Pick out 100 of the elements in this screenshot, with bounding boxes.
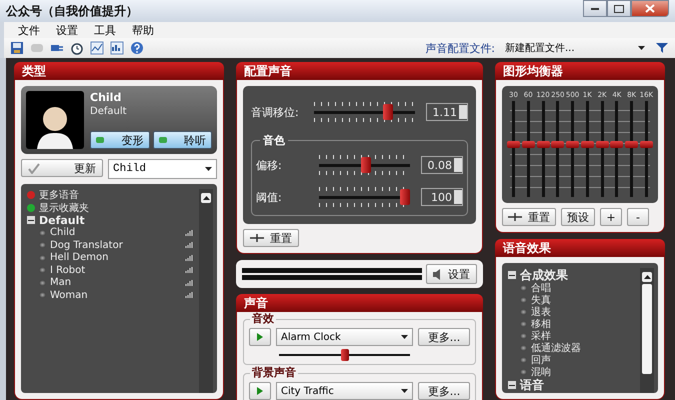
sound-dropdown[interactable]: City Traffic (276, 382, 413, 400)
effect-item[interactable]: 回声 (508, 354, 640, 366)
signal-icon (185, 280, 193, 286)
expand-toggle[interactable] (27, 216, 35, 224)
slider-thumb[interactable] (383, 104, 394, 120)
voice-item[interactable]: Child (27, 226, 199, 239)
menu-item[interactable]: 设置 (48, 22, 86, 38)
tree-link[interactable]: 显示收藏夹 (27, 202, 199, 214)
close-icon (645, 4, 655, 13)
scrollbar[interactable] (199, 189, 213, 393)
voice-item[interactable]: I Robot (27, 264, 199, 276)
more-button[interactable]: 更多... (418, 382, 470, 400)
slider-thumb[interactable] (536, 141, 550, 148)
menu-item[interactable]: 工具 (86, 22, 124, 38)
reset-icon (250, 233, 264, 243)
caret-icon (644, 275, 650, 279)
remove-button[interactable]: - (627, 208, 649, 226)
settings-button[interactable]: 设置 (426, 264, 477, 284)
slider-label: 阈值: (256, 190, 283, 204)
signal-icon (185, 242, 193, 248)
profile-dropdown[interactable]: 新建配置文件... (501, 41, 649, 55)
slider-thumb[interactable] (566, 141, 580, 148)
voice-item[interactable]: Dog Translator (27, 239, 199, 252)
scroll-up-button[interactable] (201, 193, 211, 203)
slider-label: 偏移: (256, 158, 283, 172)
value-spinbox[interactable]: 100 (421, 188, 463, 206)
profile-label: 声音配置文件: (425, 40, 495, 56)
effect-item[interactable]: 失真 (508, 294, 640, 306)
slider-thumb[interactable] (507, 141, 520, 148)
panel-title: 语音效果 (503, 240, 551, 256)
tree-group[interactable]: 合成效果 (508, 268, 640, 282)
slider-thumb[interactable] (610, 141, 624, 148)
minimize-button[interactable] (583, 0, 607, 17)
slider-thumb[interactable] (551, 141, 564, 148)
sound-dropdown[interactable]: Alarm Clock (276, 328, 413, 346)
menu-item[interactable]: 帮助 (124, 22, 162, 38)
effect-item[interactable]: 合唱 (508, 282, 640, 294)
voice-action-button[interactable]: 聆听 (152, 131, 212, 149)
clock-icon[interactable] (70, 41, 84, 55)
play-button[interactable] (249, 382, 271, 400)
value-spinbox[interactable]: 0.08 (421, 156, 463, 174)
slider-thumb[interactable] (400, 189, 410, 205)
slider-thumb[interactable] (361, 157, 372, 173)
maximize-button[interactable] (607, 0, 631, 17)
tree-group[interactable]: 语音 (508, 378, 640, 392)
slider-thumb[interactable] (522, 141, 535, 148)
voice-action-button[interactable]: 变形 (90, 131, 150, 149)
chart-icon[interactable] (110, 41, 124, 55)
slider-thumb[interactable] (625, 141, 638, 148)
reset-button[interactable]: 重置 (243, 229, 299, 247)
slider-thumb[interactable] (596, 141, 609, 148)
preset-button[interactable]: 预设 (561, 208, 595, 226)
scroll-up-button[interactable] (642, 272, 652, 282)
scrollbar[interactable] (640, 268, 654, 393)
panel-title: 声音 (244, 294, 268, 312)
reset-button[interactable]: 重置 (502, 208, 556, 226)
signal-icon (185, 267, 193, 274)
scroll-thumb[interactable] (642, 284, 652, 374)
voice-dropdown[interactable]: Child (108, 159, 217, 179)
update-button[interactable]: 更新 (21, 159, 103, 177)
tree-group[interactable]: Default (27, 214, 199, 226)
reset-icon (508, 212, 522, 222)
tree-link[interactable]: 更多语音 (27, 189, 199, 202)
value-spinbox[interactable]: 1.11 (426, 103, 468, 121)
effect-item[interactable]: 混响 (508, 366, 640, 378)
help-icon[interactable] (130, 41, 144, 55)
expand-toggle[interactable] (508, 381, 516, 389)
effect-item[interactable]: 退表 (508, 306, 640, 318)
chart-icon[interactable] (90, 41, 104, 55)
voice-category: Default (90, 106, 128, 117)
play-button[interactable] (249, 328, 271, 346)
effect-item[interactable]: 低通滤波器 (508, 342, 640, 354)
menu-item[interactable]: 文件 (10, 22, 48, 38)
group-title: 背景声音 (250, 367, 298, 379)
slider-thumb[interactable] (640, 141, 653, 148)
check-icon (28, 162, 40, 174)
more-button[interactable]: 更多... (418, 328, 470, 346)
funnel-icon[interactable] (655, 41, 669, 55)
signal-icon (185, 230, 193, 236)
voice-item[interactable]: Woman (27, 289, 199, 302)
caret-icon (202, 196, 210, 200)
expand-toggle[interactable] (508, 271, 516, 279)
voice-item[interactable]: Hell Demon (27, 252, 199, 264)
slider-label: 音调移位: (251, 104, 300, 120)
effect-item[interactable]: 采样 (508, 330, 640, 342)
signal-icon (185, 292, 193, 298)
signal-icon (185, 254, 193, 261)
caret-icon (205, 167, 212, 171)
speaker-icon (433, 268, 442, 280)
voice-item[interactable]: Man (27, 276, 199, 289)
effect-item[interactable]: 移相 (508, 318, 640, 330)
group-title: 音效 (250, 313, 276, 325)
caret-icon (401, 335, 408, 339)
close-button[interactable] (631, 0, 669, 17)
add-button[interactable]: + (600, 208, 622, 226)
voice-name: Child (90, 91, 122, 104)
save-icon[interactable] (10, 41, 24, 55)
slider-thumb[interactable] (580, 141, 594, 148)
panel-title: 类型 (22, 62, 46, 80)
slider-thumb[interactable] (340, 349, 348, 361)
